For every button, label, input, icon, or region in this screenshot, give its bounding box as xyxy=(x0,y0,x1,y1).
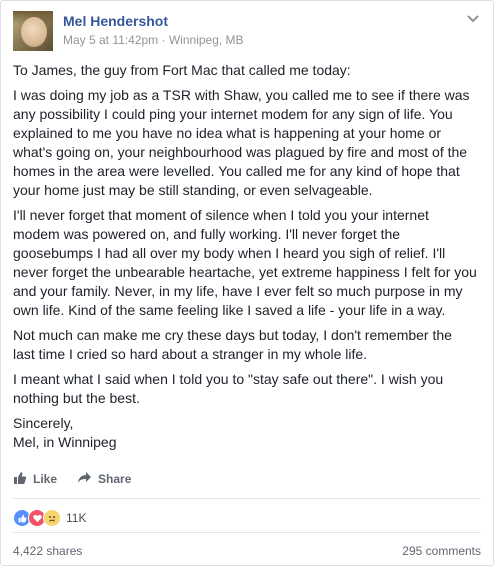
post-header: Mel Hendershot May 5 at 11:42pm · Winnip… xyxy=(13,11,481,55)
post-card: Mel Hendershot May 5 at 11:42pm · Winnip… xyxy=(0,0,494,566)
post-paragraph: Not much can make me cry these days but … xyxy=(13,327,452,362)
post-paragraph: I was doing my job as a TSR with Shaw, y… xyxy=(13,87,470,198)
post-meta: May 5 at 11:42pm · Winnipeg, MB xyxy=(63,33,244,47)
post-location[interactable]: Winnipeg, MB xyxy=(169,33,244,47)
post-paragraph: I'll never forget that moment of silence… xyxy=(13,207,477,318)
share-arrow-icon xyxy=(77,471,92,487)
like-button[interactable]: Like xyxy=(13,471,57,488)
post-paragraph: I meant what I said when I told you to "… xyxy=(13,371,444,406)
avatar-face xyxy=(21,17,47,47)
comments-count[interactable]: 295 comments xyxy=(402,544,481,558)
share-label: Share xyxy=(98,472,132,486)
sad-icon xyxy=(43,509,61,527)
divider xyxy=(13,498,481,499)
post-date[interactable]: May 5 at 11:42pm xyxy=(63,33,158,47)
like-label: Like xyxy=(33,472,58,486)
meta-separator: · xyxy=(161,33,166,47)
post-signoff: Sincerely, Mel, in Winnipeg xyxy=(13,415,117,450)
author-name[interactable]: Mel Hendershot xyxy=(63,13,168,29)
post-body: To James, the guy from Fort Mac that cal… xyxy=(13,61,477,458)
divider xyxy=(13,532,481,533)
post-actions: Like Share xyxy=(13,467,131,491)
share-button[interactable]: Share xyxy=(77,471,131,487)
post-paragraph: To James, the guy from Fort Mac that cal… xyxy=(13,62,351,78)
avatar[interactable] xyxy=(13,11,53,51)
post-options-chevron-icon[interactable] xyxy=(465,11,481,27)
shares-count[interactable]: 4,422 shares xyxy=(13,544,82,558)
reactions-summary[interactable]: 11K xyxy=(13,509,86,527)
thumbs-up-icon xyxy=(13,471,27,488)
post-footer: 4,422 shares 295 comments xyxy=(13,544,481,558)
reaction-count: 11K xyxy=(66,511,87,525)
